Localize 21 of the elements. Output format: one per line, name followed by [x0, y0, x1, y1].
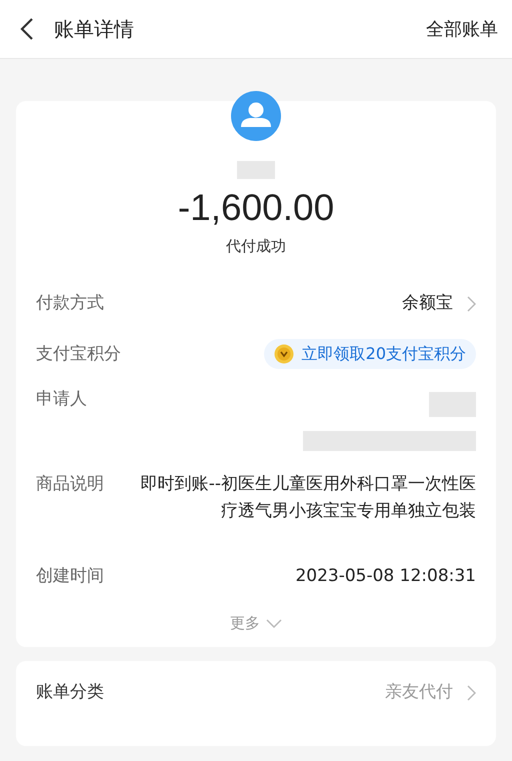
- points-button[interactable]: 立即领取20支付宝积分: [264, 339, 476, 369]
- field-value: 2023-05-08 12:08:31: [295, 565, 476, 588]
- status-text: 代付成功: [225, 237, 287, 256]
- coin-icon: [274, 344, 294, 364]
- category-value[interactable]: 亲友代付: [385, 679, 453, 706]
- page-title: 账单详情: [54, 16, 134, 42]
- field-label: 创建时间: [36, 565, 104, 588]
- back-icon[interactable]: [20, 17, 34, 41]
- field-value[interactable]: 余额宝: [402, 290, 453, 317]
- field-label: 支付宝积分: [36, 342, 121, 366]
- amount: -1,600.00: [176, 186, 336, 230]
- field-label: 付款方式: [36, 292, 104, 315]
- more-toggle[interactable]: 更多: [230, 614, 282, 633]
- chevron-icon: [467, 684, 476, 700]
- chevron-down-icon: [266, 619, 282, 628]
- field-label: 账单分类: [36, 681, 104, 704]
- field-label: 商品说明: [36, 473, 104, 496]
- field-label: 申请人: [36, 388, 87, 411]
- all-bills-link[interactable]: 全部账单: [426, 17, 498, 41]
- field-value: 即时到账--初医生儿童医用外科口罩一次性医疗透气男小孩宝宝专用单独立包装: [140, 473, 476, 523]
- chevron-icon: [467, 296, 476, 312]
